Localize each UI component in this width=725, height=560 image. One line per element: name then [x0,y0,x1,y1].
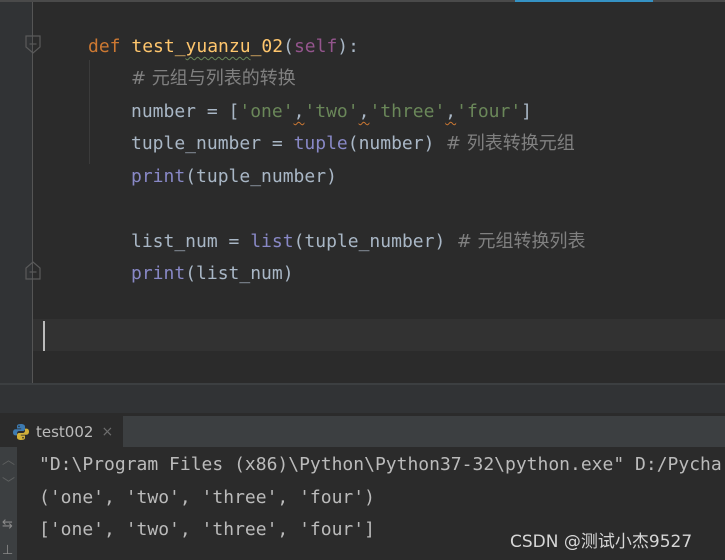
current-line-highlight [33,319,725,351]
string-literal: 'four' [456,101,522,122]
fold-end-icon[interactable] [25,260,41,280]
pep8-warning-comma: , [358,101,370,122]
function-name-part: test_ [131,36,186,57]
run-tool-window-tabs: test002 × [0,415,725,447]
string-literal: 'two' [304,101,359,122]
console-line-command: "D:\Program Files (x86)\Python\Python37-… [39,454,722,475]
assignment: list_num = [131,231,251,252]
builtin-tuple: tuple [293,133,348,154]
python-icon [13,423,29,440]
call-args: (list_num) [185,263,294,284]
up-arrow-icon[interactable]: ︿ [2,449,15,468]
down-arrow-icon[interactable]: ﹀ [2,473,15,492]
run-tab-test002[interactable]: test002 × [0,416,123,447]
gutter [0,2,33,383]
builtin-print: print [131,263,186,284]
function-name: test_yuanzu_02 [131,36,283,57]
pep8-warning-comma: , [445,101,457,122]
run-tab-label: test002 [36,422,94,441]
bracket: ] [521,101,533,122]
code-line-print-tuple: print(tuple_number) [131,161,337,193]
code-line-number: number = ['one','two','three','four'] [131,96,532,128]
console-line-output: ('one', 'two', 'three', 'four') [39,487,375,508]
paren-colon: ): [337,36,359,57]
self-param: self [293,36,338,57]
call-args: (number) [347,133,435,154]
pep8-warning-comma: , [293,101,305,122]
string-literal: 'one' [239,101,294,122]
code-line-comment: # 元组与列表的转换 [131,63,296,95]
keyword-def: def [88,36,121,57]
string-literal: 'three' [369,101,446,122]
pin-icon[interactable]: ⊥ [2,543,13,558]
text-caret [43,321,45,351]
code-line-def: def test_yuanzu_02(self): [88,31,359,63]
typo-highlight: yuanzu [185,36,251,57]
function-name-part: _02 [250,36,284,57]
assignment: number = [ [131,101,240,122]
watermark: CSDN @测试小杰9527 [510,532,693,552]
code-line-tuple: tuple_number = tuple(number) # 列表转换元组 [131,128,575,160]
paren: ( [283,36,294,57]
run-side-toolbar: ︿ ﹀ ⇆ ⊥ [0,447,17,560]
builtin-list: list [250,231,294,252]
wrap-icon[interactable]: ⇆ [2,517,13,532]
builtin-print: print [131,166,186,187]
indent-guide [89,60,90,164]
editor-bottom-strip [0,385,725,413]
code-line-list: list_num = list(tuple_number) # 元组转换列表 [131,226,586,258]
code-editor[interactable]: def test_yuanzu_02(self): # 元组与列表的转换 num… [0,2,725,383]
comment: # 元组与列表的转换 [131,68,296,89]
call-args: (tuple_number) [293,231,446,252]
code-line-print-list: print(list_num) [131,258,294,290]
comment: # 列表转换元组 [434,133,575,154]
fold-collapse-icon[interactable] [25,35,41,55]
assignment: tuple_number = [131,133,294,154]
call-args: (tuple_number) [185,166,337,187]
close-icon[interactable]: × [101,424,113,440]
comment: # 元组转换列表 [445,231,586,252]
console-line-output: ['one', 'two', 'three', 'four'] [39,519,375,540]
